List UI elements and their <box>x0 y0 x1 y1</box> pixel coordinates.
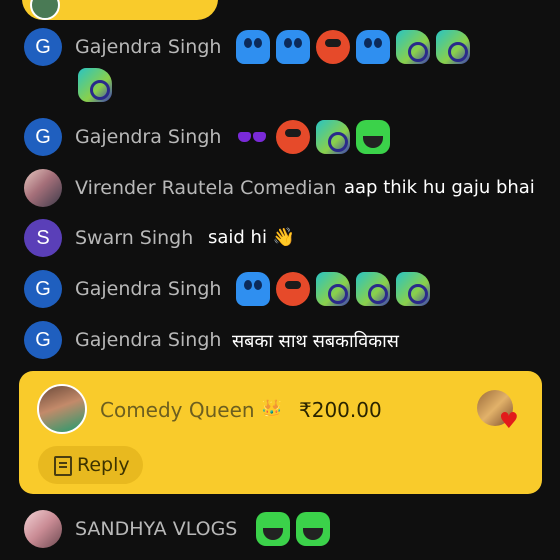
green-laugh-emoji-icon <box>256 512 290 546</box>
author-name[interactable]: Swarn Singh <box>75 227 193 249</box>
red-face-emoji-icon <box>276 272 310 306</box>
avatar[interactable]: S <box>24 219 62 257</box>
author-name[interactable]: Virender Rautela Comedian <box>75 177 336 199</box>
author-name[interactable]: Gajendra Singh <box>75 36 221 58</box>
reply-label: Reply <box>77 454 130 476</box>
chat-message: G Gajendra Singh <box>0 118 560 158</box>
author-name[interactable]: Gajendra Singh <box>75 329 221 351</box>
author-name[interactable]: SANDHYA VLOGS <box>75 518 237 540</box>
reply-button[interactable]: Reply <box>38 446 143 484</box>
chat-message: G Gajendra Singh <box>0 270 560 310</box>
sunglasses-emoji-icon <box>236 120 270 154</box>
snail-emoji-icon <box>396 30 430 64</box>
red-face-emoji-icon <box>276 120 310 154</box>
super-chat-amount: ₹200.00 <box>299 398 382 422</box>
chat-message: G Gajendra Singh सबका साथ सबकाविकास <box>0 321 560 361</box>
emoji-group <box>236 120 390 154</box>
blue-ghost-emoji-icon <box>276 30 310 64</box>
emoji-group <box>236 30 470 64</box>
avatar[interactable] <box>24 510 62 548</box>
avatar[interactable] <box>37 384 87 434</box>
emoji-group <box>78 68 112 102</box>
snail-emoji-icon <box>316 120 350 154</box>
avatar[interactable] <box>24 169 62 207</box>
emoji-group <box>256 512 330 546</box>
chat-message: S Swarn Singh said hi 👋 <box>0 219 560 259</box>
message-text: said hi 👋 <box>208 227 296 248</box>
message-text: aap thik hu gaju bhai <box>344 177 535 198</box>
avatar[interactable]: G <box>24 321 62 359</box>
message-text: सबका साथ सबकाविकास <box>232 331 399 352</box>
snail-emoji-icon <box>78 68 112 102</box>
author-name[interactable]: Gajendra Singh <box>75 126 221 148</box>
super-chat-card: Comedy Queen 👑 ₹200.00 ♥ Reply <box>19 371 542 494</box>
reply-icon <box>54 456 72 476</box>
super-chat-author[interactable]: Comedy Queen <box>100 398 255 422</box>
snail-emoji-icon <box>316 272 350 306</box>
chat-message: G Gajendra Singh <box>0 28 560 108</box>
chat-message: Virender Rautela Comedian aap thik hu ga… <box>0 169 560 209</box>
avatar <box>30 0 60 20</box>
blue-ghost-emoji-icon <box>236 272 270 306</box>
snail-emoji-icon <box>356 272 390 306</box>
avatar[interactable]: G <box>24 118 62 156</box>
author-name[interactable]: Gajendra Singh <box>75 278 221 300</box>
avatar[interactable]: G <box>24 28 62 66</box>
blue-ghost-emoji-icon <box>236 30 270 64</box>
heart-icon: ♥ <box>499 409 519 434</box>
emoji-group <box>236 272 430 306</box>
green-laugh-emoji-icon <box>356 120 390 154</box>
blue-ghost-emoji-icon <box>356 30 390 64</box>
crown-icon: 👑 <box>261 399 283 419</box>
snail-emoji-icon <box>396 272 430 306</box>
green-laugh-emoji-icon <box>296 512 330 546</box>
chat-message: SANDHYA VLOGS <box>0 510 560 550</box>
snail-emoji-icon <box>436 30 470 64</box>
red-face-emoji-icon <box>316 30 350 64</box>
avatar[interactable]: G <box>24 270 62 308</box>
top-pinned-pill[interactable] <box>22 0 218 20</box>
